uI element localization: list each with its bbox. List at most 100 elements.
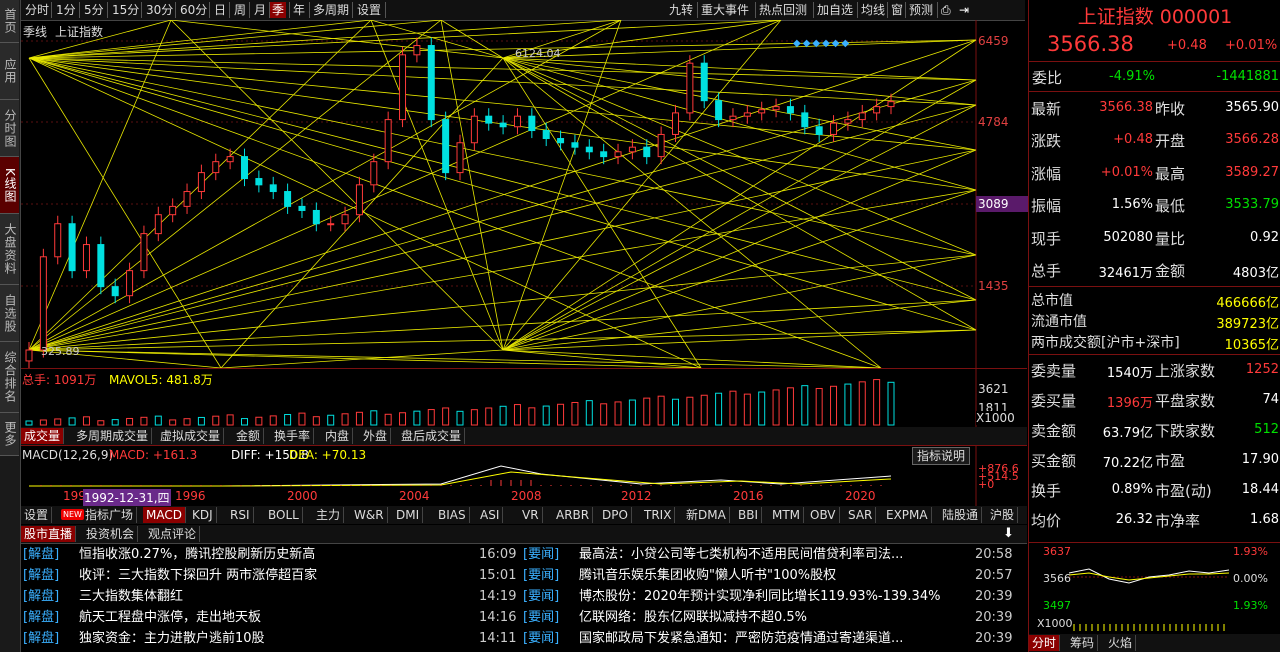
indicator-tab[interactable]: BIAS [435,507,470,523]
indicator-tab[interactable]: KDJ [189,507,217,523]
nav-apps[interactable]: 应用 [0,43,19,100]
indicator-tab[interactable]: 设置 [21,507,53,523]
news-tag[interactable]: [解盘] [23,607,59,628]
period-week[interactable]: 周 [232,2,248,18]
news-headline[interactable]: 三大指数集体翻红 [79,586,183,607]
indicator-tab[interactable]: 新DMA [683,507,730,523]
indicator-tab[interactable]: SAR [845,507,877,523]
tab-mini-timeshare[interactable]: 分时 [1029,635,1061,651]
print-icon[interactable]: ⎙ [939,2,953,18]
tool-hotspot-backtest[interactable]: 热点回测 [757,2,809,18]
news-time: 14:16 [479,610,517,625]
volume-bar [801,385,809,426]
news-tag[interactable]: [要闻] [523,607,559,628]
news-headline[interactable]: 航天工程盘中涨停，走出地天板 [79,607,261,628]
tab-opportunity[interactable]: 投资机会 [83,526,139,542]
indicator-tab[interactable]: DPO [599,507,632,523]
tab-inner[interactable]: 内盘 [322,428,354,444]
tab-turnover[interactable]: 换手率 [271,428,315,444]
news-tag[interactable]: [解盘] [23,628,59,649]
tool-window[interactable]: 窗 [889,2,905,18]
news-headline[interactable]: 最高法：小贷公司等七类机构不适用民间借贷利率司法... [579,544,903,565]
news-tag[interactable]: [解盘] [23,586,59,607]
period-5min[interactable]: 5分 [82,2,106,18]
news-tag[interactable]: [要闻] [523,544,559,565]
indicator-tab[interactable]: EXPMA [883,507,932,523]
nav-ranking[interactable]: 综合排名 [0,342,19,413]
quote-value: 32461万 [1098,266,1153,281]
nav-home[interactable]: 首页 [0,0,19,43]
tab-volume[interactable]: 成交量 [21,428,65,444]
indicator-tab[interactable]: 主力 [313,507,345,523]
nav-kline[interactable]: K线图 [0,157,19,214]
period-1min[interactable]: 1分 [54,2,78,18]
tool-major-events[interactable]: 重大事件 [699,2,751,18]
x-label-2000: 2000 [287,489,318,503]
indicator-tab[interactable]: OBV [807,507,840,523]
expand-icon[interactable]: ⇥ [957,2,971,18]
tab-multi-volume[interactable]: 多周期成交量 [73,428,153,444]
tool-jiuzhuan[interactable]: 九转 [667,2,695,18]
period-month[interactable]: 月 [252,2,268,18]
gann-line [502,149,977,351]
nav-market-data[interactable]: 大盘资料 [0,214,19,285]
indicator-tab[interactable]: ARBR [553,507,594,523]
candle-body [312,209,320,225]
tab-live[interactable]: 股市直播 [21,526,77,542]
indicator-tab[interactable]: TRIX [641,507,676,523]
tool-forecast[interactable]: 预测 [907,2,935,18]
quote-value: 3566.28 [1225,132,1279,148]
tab-mini-flame[interactable]: 火焰 [1105,635,1137,651]
period-multi[interactable]: 多周期 [311,2,351,18]
tab-amount[interactable]: 金额 [233,428,265,444]
tool-add-watchlist[interactable]: 加自选 [815,2,855,18]
news-headline[interactable]: 恒指收涨0.27%，腾讯控股刷新历史新高 [79,544,315,565]
news-headline[interactable]: 亿联网络：股东亿网联拟减持不超0.5% [579,607,807,628]
quote-label: 换手 [1031,482,1062,500]
download-icon[interactable]: ⬇ [1003,526,1014,541]
tool-ma[interactable]: 均线 [859,2,887,18]
tab-virtual-volume[interactable]: 虚拟成交量 [157,428,225,444]
indicator-tab[interactable]: DMI [393,507,424,523]
period-day[interactable]: 日 [212,2,228,18]
news-tag[interactable]: [解盘] [23,565,59,586]
indicator-tab[interactable]: BBI [735,507,763,523]
nav-timeshare[interactable]: 分时图 [0,100,19,157]
news-tag[interactable]: [要闻] [523,565,559,586]
kline-chart[interactable]: 季线 上证指数 6124.04 325.89 6459 4784 3089 14… [21,20,1029,368]
tab-opinion[interactable]: 观点评论 [145,526,201,542]
period-timeshare[interactable]: 分时 [23,2,51,18]
indicator-tab[interactable]: VR [519,507,543,523]
period-60min[interactable]: 60分 [178,2,209,18]
event-markers[interactable]: ◆◆◆◆◆◆ [793,38,851,49]
period-30min[interactable]: 30分 [144,2,175,18]
settings-button[interactable]: 设置 [355,2,383,18]
indicator-tab[interactable]: MACD [143,507,186,523]
tab-outer[interactable]: 外盘 [360,428,392,444]
news-tag[interactable]: [解盘] [23,544,59,565]
volume-bar [54,418,62,426]
indicator-tab[interactable]: W&R [351,507,388,523]
candle-body [758,109,766,114]
indicator-tab[interactable]: 陆股通 [939,507,983,523]
nav-watchlist[interactable]: 自选股 [0,285,19,342]
news-headline[interactable]: 腾讯音乐娱乐集团收购"懒人听书"100%股权 [579,565,836,586]
tab-mini-chips[interactable]: 筹码 [1067,635,1099,651]
indicator-tab[interactable]: ASI [477,507,504,523]
nav-more[interactable]: 更多 [0,413,19,456]
period-15min[interactable]: 15分 [110,2,141,18]
mini-timeshare-chart[interactable]: 3637 3566 3497 1.93% 0.00% 1.93% X1000 [1029,542,1280,635]
indicator-tab[interactable]: BOLL [265,507,303,523]
news-tag[interactable]: [要闻] [523,628,559,649]
indicator-tab[interactable]: 沪股 [987,507,1019,523]
news-tag[interactable]: [要闻] [523,586,559,607]
period-quarter[interactable]: 季 [270,2,287,18]
news-headline[interactable]: 博杰股份：2020年预计实现净利同比增长119.93%-139.34% [579,586,940,607]
period-year[interactable]: 年 [291,2,307,18]
indicator-tab[interactable]: RSI [227,507,254,523]
indicator-tab[interactable]: MTM [769,507,805,523]
news-headline[interactable]: 独家资金：主力进散户逃前10股 [79,628,265,649]
tab-after-hours[interactable]: 盘后成交量 [398,428,466,444]
news-headline[interactable]: 国家邮政局下发紧急通知：严密防范疫情通过寄递渠道... [579,628,903,649]
news-headline[interactable]: 收评：三大指数下探回升 两市涨停超百家 [79,565,317,586]
